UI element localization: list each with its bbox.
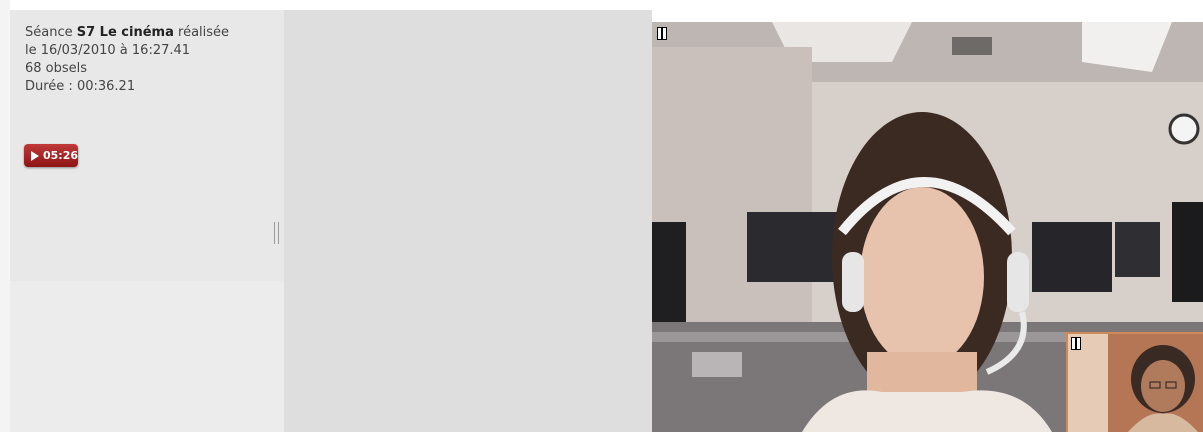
play-timecode: 05:26 [43, 148, 79, 162]
top-strip [0, 0, 1203, 10]
session-title: S7 Le cinéma [76, 25, 174, 40]
inset-video[interactable] [1066, 332, 1203, 432]
session-prefix: Séance [25, 25, 73, 40]
session-duration: Durée : 00:36.21 [25, 79, 136, 94]
session-info-panel: Séance S7 Le cinéma réalisée le 16/03/20… [10, 10, 284, 281]
session-obsels: 68 obsels [25, 61, 88, 76]
play-timecode-button[interactable]: 05:26 [24, 144, 78, 167]
session-suffix: réalisée [178, 25, 230, 40]
left-strip [0, 0, 10, 432]
lower-left-panel [10, 281, 284, 432]
inset-video-frame [1068, 334, 1203, 432]
session-date: le 16/03/2010 à 16:27.41 [25, 43, 191, 58]
play-icon [31, 150, 39, 161]
inset-video-pause-icon[interactable] [1071, 337, 1081, 350]
panel-splitter-handle[interactable] [274, 222, 279, 244]
main-video-pause-icon[interactable] [657, 27, 667, 40]
session-title-line: Séance S7 Le cinéma réalisée [25, 24, 284, 42]
middle-panel [284, 10, 652, 432]
